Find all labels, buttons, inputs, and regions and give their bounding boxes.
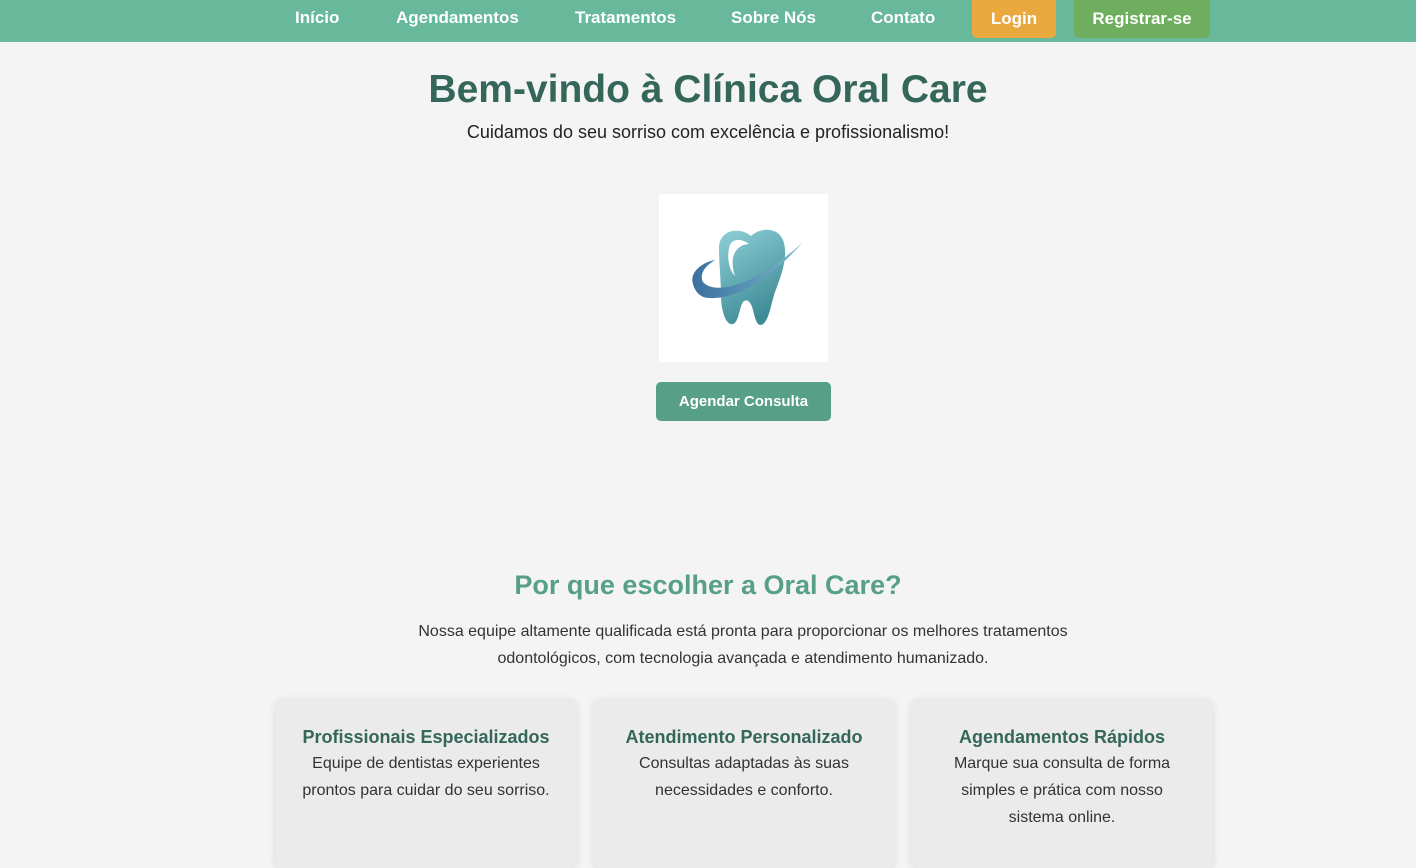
feature-card-personalized: Atendimento Personalizado Consultas adap… xyxy=(593,698,895,868)
hero-subtitle: Cuidamos do seu sorriso com excelência e… xyxy=(466,122,950,142)
nav-link-sobre-nos[interactable]: Sobre Nós xyxy=(731,8,816,28)
nav-link-tratamentos[interactable]: Tratamentos xyxy=(575,8,676,28)
nav-link-inicio[interactable]: Início xyxy=(295,8,339,28)
schedule-appointment-button[interactable]: Agendar Consulta xyxy=(656,382,831,421)
nav-link-agendamentos[interactable]: Agendamentos xyxy=(396,8,519,28)
feature-card-title: Agendamentos Rápidos xyxy=(958,727,1166,747)
hero-title: Bem-vindo à Clínica Oral Care xyxy=(428,68,988,111)
nav-link-contato[interactable]: Contato xyxy=(871,8,935,28)
tooth-logo-icon xyxy=(691,229,803,325)
feature-card-title: Atendimento Personalizado xyxy=(625,727,863,747)
feature-card-text: Marque sua consulta de forma simples e p… xyxy=(953,755,1171,826)
feature-card-fast-scheduling: Agendamentos Rápidos Marque sua consulta… xyxy=(911,698,1213,868)
login-button[interactable]: Login xyxy=(972,0,1056,38)
why-section-title: Por que escolher a Oral Care? xyxy=(514,570,902,600)
feature-card-title: Profissionais Especializados xyxy=(302,727,550,747)
register-button[interactable]: Registrar-se xyxy=(1074,0,1210,38)
feature-card-text: Consultas adaptadas às suas necessidades… xyxy=(639,755,849,799)
feature-card-specialists: Profissionais Especializados Equipe de d… xyxy=(275,698,577,868)
feature-card-text: Equipe de dentistas experientes prontos … xyxy=(302,755,550,799)
why-section-text: Nossa equipe altamente qualificada está … xyxy=(418,623,1068,667)
clinic-logo xyxy=(659,194,828,362)
top-navbar: Início Agendamentos Tratamentos Sobre Nó… xyxy=(0,0,1416,42)
